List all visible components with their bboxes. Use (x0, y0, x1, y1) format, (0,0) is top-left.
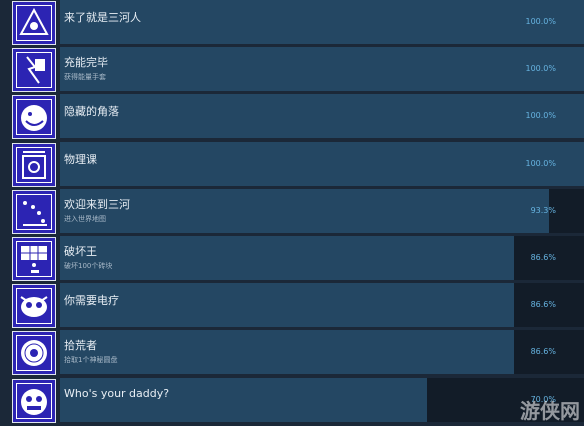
achievement-progress-fill (60, 141, 584, 186)
achievement-row: 破坏王破坏100个砖块 86.6% (0, 236, 584, 284)
achievement-progress-track: 你需要电疗 86.6% (60, 283, 584, 328)
achievement-percent: 100.0% (525, 158, 556, 168)
achievement-row: 来了就是三河人 100.0% (0, 0, 584, 48)
achievement-title: 充能完毕 (64, 56, 108, 70)
world-map-icon (12, 189, 56, 234)
achievement-progress-fill (60, 236, 514, 280)
disc-icon (12, 331, 56, 376)
achievement-progress-track: 隐藏的角落 100.0% (60, 94, 584, 139)
achievement-row: Who's your daddy? 70.0% (0, 377, 584, 426)
grinning-face-icon (12, 95, 56, 140)
achievement-title: 隐藏的角落 (64, 105, 119, 119)
watermark: 游侠网 (520, 399, 580, 423)
achievement-progress-fill (60, 377, 427, 422)
achievement-percent: 100.0% (525, 111, 556, 121)
bug-face-icon (12, 284, 56, 329)
achievement-title: 拾荒者 (64, 339, 97, 353)
achievement-progress-track: 物理课 100.0% (60, 141, 584, 186)
monster-face-icon (12, 378, 56, 423)
achievement-description: 获得能量手套 (64, 73, 106, 82)
physics-device-icon (12, 142, 56, 187)
achievement-percent: 86.6% (530, 347, 556, 357)
achievement-progress-track: 破坏王破坏100个砖块 86.6% (60, 236, 584, 280)
achievement-title: 欢迎来到三河 (64, 197, 130, 211)
achievement-percent: 100.0% (525, 64, 556, 74)
achievement-row: 拾荒者拾取1个神秘圆盘 86.6% (0, 330, 584, 378)
lightning-glove-icon (12, 48, 56, 93)
achievement-progress-fill (60, 47, 584, 92)
achievement-progress-fill (60, 283, 514, 328)
achievement-progress-track: 拾荒者拾取1个神秘圆盘 86.6% (60, 330, 584, 375)
achievement-title: 物理课 (64, 152, 97, 166)
triangle-warning-icon (12, 1, 56, 45)
achievement-title: 来了就是三河人 (64, 11, 141, 24)
achievement-progress-track: 来了就是三河人 100.0% (60, 0, 584, 44)
achievement-progress-track: 充能完毕获得能量手套 100.0% (60, 47, 584, 92)
achievement-row: 欢迎来到三河进入世界地图 93.3% (0, 188, 584, 237)
achievement-progress-fill (60, 188, 549, 233)
achievement-percent: 93.3% (530, 205, 556, 215)
achievement-progress-track: 欢迎来到三河进入世界地图 93.3% (60, 188, 584, 233)
achievement-progress-fill (60, 330, 514, 375)
achievement-description: 拾取1个神秘圆盘 (64, 356, 118, 365)
achievement-percent: 100.0% (525, 17, 556, 26)
achievement-list: 来了就是三河人 100.0% 充能完毕获得能量手套 100.0% 隐藏的角落 100.0%… (0, 0, 584, 426)
achievement-title: 破坏王 (64, 245, 97, 258)
achievement-title: 你需要电疗 (64, 294, 119, 308)
achievement-progress-fill (60, 94, 584, 139)
achievement-percent: 86.6% (530, 300, 556, 310)
achievement-description: 破坏100个砖块 (64, 262, 113, 270)
brick-wall-icon (12, 237, 56, 281)
achievement-row: 物理课 100.0% (0, 141, 584, 190)
achievement-description: 进入世界地图 (64, 214, 106, 223)
achievement-row: 充能完毕获得能量手套 100.0% (0, 47, 584, 95)
achievement-percent: 86.6% (530, 253, 556, 262)
achievement-row: 你需要电疗 86.6% (0, 283, 584, 331)
achievement-progress-track: Who's your daddy? 70.0% (60, 377, 584, 422)
achievement-title: Who's your daddy? (64, 386, 170, 400)
achievement-row: 隐藏的角落 100.0% (0, 94, 584, 142)
